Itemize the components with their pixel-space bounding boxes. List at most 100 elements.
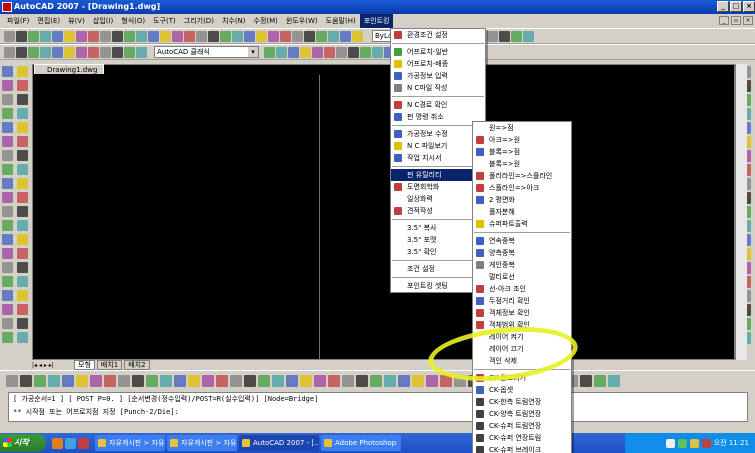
standard-tool-icon[interactable] xyxy=(499,30,510,42)
doc-close-button[interactable]: × xyxy=(743,16,753,25)
taskbar-item-browser-2[interactable]: 자유게시판 > 자유... xyxy=(167,435,237,451)
language-icon[interactable] xyxy=(665,438,675,448)
left-draw-tool-icon[interactable] xyxy=(2,248,13,259)
bottom-tool-icon[interactable] xyxy=(384,374,396,387)
bottom-tool-icon[interactable] xyxy=(118,374,130,387)
standard-tool-icon[interactable] xyxy=(64,30,75,42)
menu_sub-item-17[interactable]: 객체범위 확인 xyxy=(473,319,571,331)
left-draw-tool-icon[interactable] xyxy=(2,178,13,189)
standard-tool-icon[interactable] xyxy=(28,30,39,42)
menu_sub-item-7[interactable]: 폴자분해 xyxy=(473,206,571,218)
menu_sub-item-4[interactable]: 폴리라인=>스플라인 xyxy=(473,170,571,182)
left-draw-tool-icon[interactable] xyxy=(17,276,28,287)
left-draw-tool-icon[interactable] xyxy=(17,332,28,343)
left-draw-tool-icon[interactable] xyxy=(2,206,13,217)
menu-2[interactable]: 뷰(V) xyxy=(64,14,89,28)
bottom-tool-icon[interactable] xyxy=(608,374,620,387)
left-draw-tool-icon[interactable] xyxy=(2,80,13,91)
menu-8[interactable]: 수정(M) xyxy=(250,14,282,28)
menu_main-item-21[interactable]: 3.5" 확인 xyxy=(391,246,485,258)
menu_main-item-3[interactable]: 어프로치-배종 xyxy=(391,58,485,70)
left-draw-tool-icon[interactable] xyxy=(2,262,13,273)
menu_sub-item-18[interactable]: 레이어 켜기 xyxy=(473,331,571,343)
draw-tool-icon[interactable] xyxy=(112,46,123,58)
standard-tool-icon[interactable] xyxy=(232,30,243,42)
menu_sub-item-28[interactable]: CK-슈퍼 브레이크 xyxy=(473,444,571,453)
menu_sub-item-0[interactable]: 원=>점 xyxy=(473,122,571,134)
left-draw-tool-icon[interactable] xyxy=(17,164,28,175)
menu_main-item-11[interactable]: N C 파일보기 xyxy=(391,140,485,152)
bottom-tool-icon[interactable] xyxy=(412,374,424,387)
bottom-tool-icon[interactable] xyxy=(314,374,326,387)
menu_main-item-14[interactable]: 펀 유틸리티 xyxy=(391,169,485,181)
menu_main-item-8[interactable]: 펀 명령 취소 xyxy=(391,111,485,123)
menu_sub-item-15[interactable]: 두점거리 확인 xyxy=(473,295,571,307)
bottom-tool-icon[interactable] xyxy=(440,374,452,387)
standard-tool-icon[interactable] xyxy=(88,30,99,42)
draw-tool-icon[interactable] xyxy=(40,46,51,58)
taskbar-item-browser-1[interactable]: 자유게시판 > 자유... xyxy=(95,435,165,451)
standard-tool-icon[interactable] xyxy=(172,30,183,42)
left-draw-tool-icon[interactable] xyxy=(2,164,13,175)
bottom-tool-icon[interactable] xyxy=(426,374,438,387)
left-draw-tool-icon[interactable] xyxy=(17,94,28,105)
menu_main-item-2[interactable]: 어프로치-일반 xyxy=(391,46,485,58)
standard-tool-icon[interactable] xyxy=(523,30,534,42)
menu-11[interactable]: 포인트킹 xyxy=(359,14,394,28)
minimize-button[interactable]: _ xyxy=(717,1,729,12)
left-draw-tool-icon[interactable] xyxy=(2,304,13,315)
left-draw-tool-icon[interactable] xyxy=(17,262,28,273)
menu_main-item-19[interactable]: 3.5" 복사 xyxy=(391,222,485,234)
draw-tool-icon[interactable] xyxy=(52,46,63,58)
doc-restore-button[interactable]: ▫ xyxy=(731,16,741,25)
left-draw-tool-icon[interactable] xyxy=(2,332,13,343)
bottom-tool-icon[interactable] xyxy=(286,374,298,387)
draw-tool-icon[interactable] xyxy=(124,46,135,58)
workspace-combo[interactable]: AutoCAD 클래식 xyxy=(154,46,259,58)
left-draw-tool-icon[interactable] xyxy=(17,80,28,91)
left-draw-tool-icon[interactable] xyxy=(17,192,28,203)
network-icon[interactable] xyxy=(677,438,687,448)
bottom-tool-icon[interactable] xyxy=(216,374,228,387)
menu_main-item-12[interactable]: 작업 지시서 xyxy=(391,152,485,164)
bottom-tool-icon[interactable] xyxy=(132,374,144,387)
left-draw-tool-icon[interactable] xyxy=(17,150,28,161)
standard-tool-icon[interactable] xyxy=(280,30,291,42)
bottom-tool-icon[interactable] xyxy=(258,374,270,387)
menu-6[interactable]: 그리기(D) xyxy=(180,14,218,28)
standard-tool-icon[interactable] xyxy=(76,30,87,42)
bottom-tool-icon[interactable] xyxy=(62,374,74,387)
standard-tool-icon[interactable] xyxy=(160,30,171,42)
workspace-tool-icon[interactable] xyxy=(372,46,383,58)
close-button[interactable]: × xyxy=(743,1,755,12)
menu_main-item-10[interactable]: 가공정보 수정 xyxy=(391,128,485,140)
standard-tool-icon[interactable] xyxy=(244,30,255,42)
left-draw-tool-icon[interactable] xyxy=(2,94,13,105)
menu_main-item-7[interactable]: N C경로 확인 xyxy=(391,99,485,111)
taskbar-item-autocad[interactable]: AutoCAD 2007 - [... xyxy=(239,435,319,451)
left-draw-tool-icon[interactable] xyxy=(2,136,13,147)
tab-model[interactable]: 모형 xyxy=(74,360,95,370)
menu-9[interactable]: 윈도우(W) xyxy=(282,14,322,28)
workspace-tool-icon[interactable] xyxy=(360,46,371,58)
bottom-tool-icon[interactable] xyxy=(20,374,32,387)
bottom-tool-icon[interactable] xyxy=(6,374,18,387)
draw-tool-icon[interactable] xyxy=(28,46,39,58)
menu-5[interactable]: 도구(T) xyxy=(149,14,180,28)
standard-tool-icon[interactable] xyxy=(100,30,111,42)
menu_sub-item-27[interactable]: CK-슈퍼 연장트림 xyxy=(473,432,571,444)
bottom-tool-icon[interactable] xyxy=(104,374,116,387)
standard-tool-icon[interactable] xyxy=(196,30,207,42)
menu_sub-item-10[interactable]: 연속중복 xyxy=(473,235,571,247)
left-draw-tool-icon[interactable] xyxy=(17,290,28,301)
bottom-tool-icon[interactable] xyxy=(594,374,606,387)
command-line[interactable]: [ 가공순서=1 ] [ POST P=0. ] [순서변경(정수입력)/POS… xyxy=(8,392,748,422)
standard-tool-icon[interactable] xyxy=(208,30,219,42)
menu_main-item-20[interactable]: 3.5" 포맷 xyxy=(391,234,485,246)
menu_sub-item-12[interactable]: 게인중복 xyxy=(473,259,571,271)
menu_main-item-17[interactable]: 견적작성 xyxy=(391,205,485,217)
draw-tool-icon[interactable] xyxy=(88,46,99,58)
bottom-tool-icon[interactable] xyxy=(202,374,214,387)
menu-7[interactable]: 치수(N) xyxy=(218,14,250,28)
menu_main-item-5[interactable]: N C파일 작성 xyxy=(391,82,485,94)
